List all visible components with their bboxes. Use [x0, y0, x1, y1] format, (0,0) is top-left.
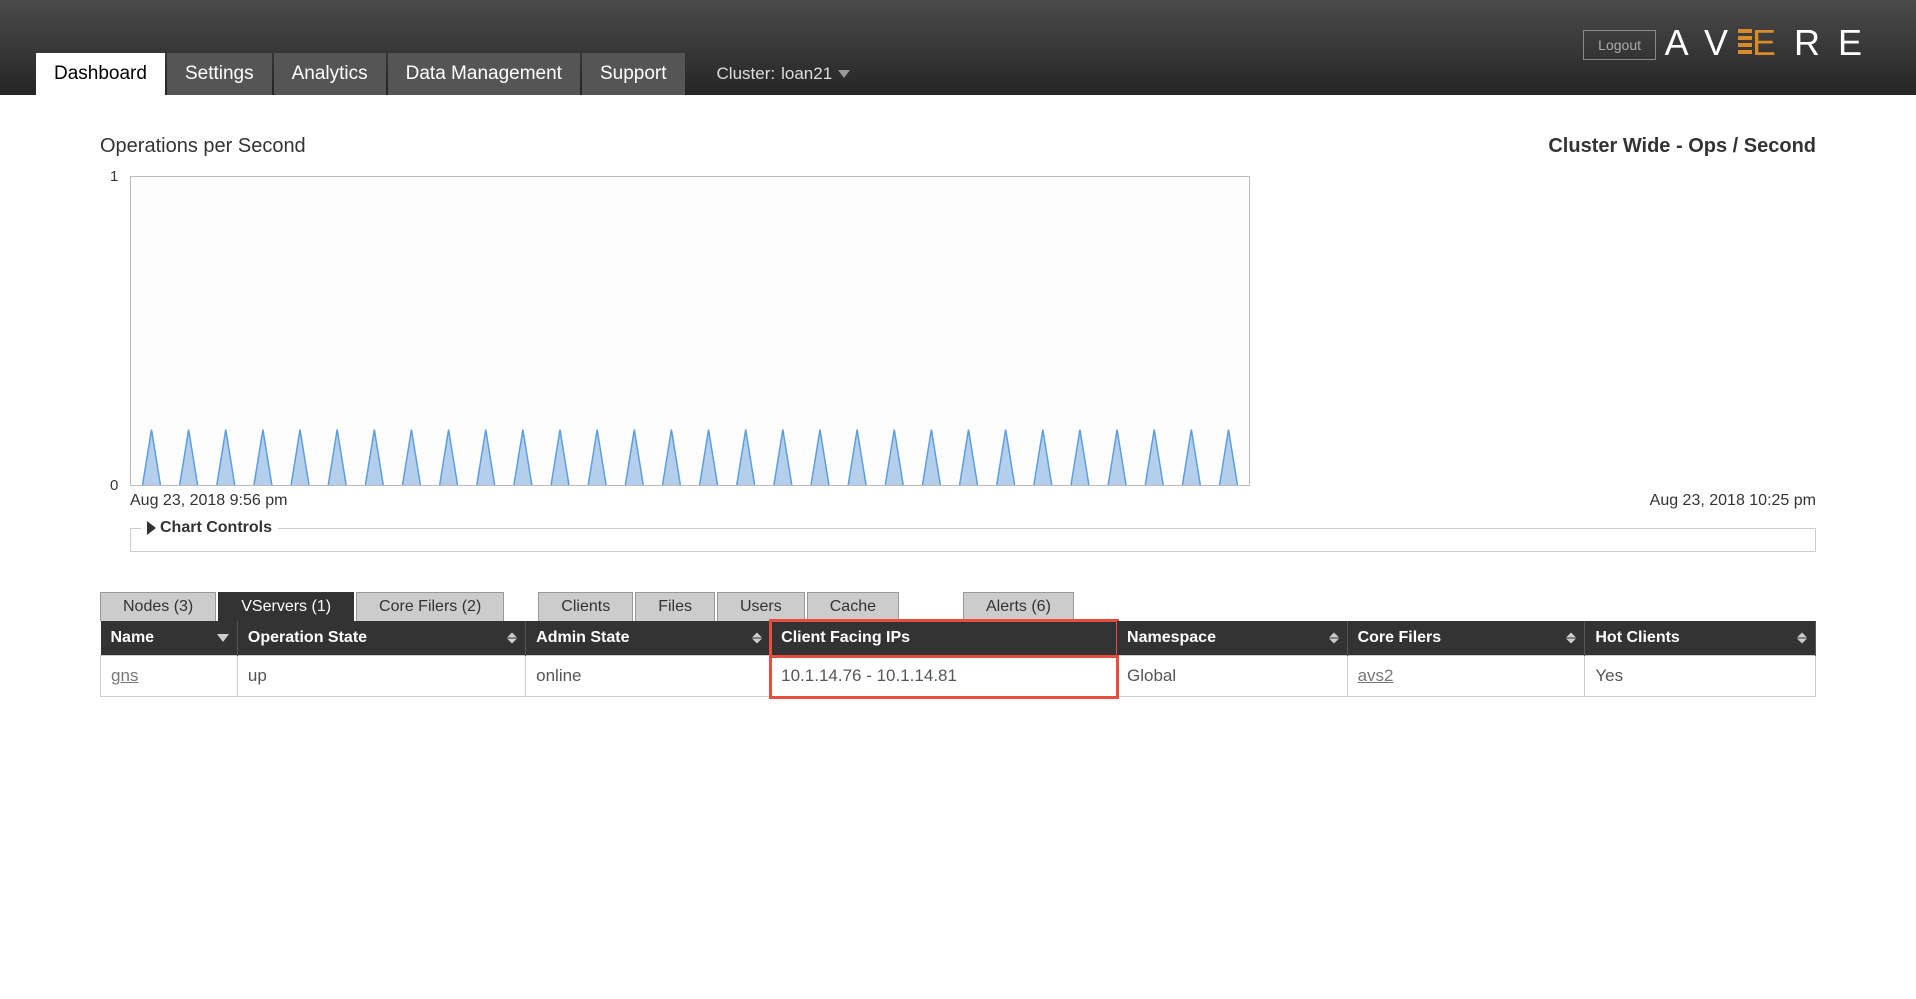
- col-operation-state[interactable]: Operation State: [237, 621, 525, 656]
- cluster-selector[interactable]: Cluster: loan21: [717, 64, 851, 84]
- nav-tab-dashboard[interactable]: Dashboard: [36, 53, 165, 95]
- tab-nodes[interactable]: Nodes (3): [100, 592, 216, 621]
- tab-core-filers[interactable]: Core Filers (2): [356, 592, 504, 621]
- brand-text-left: AV: [1665, 22, 1746, 64]
- nav-tab-analytics[interactable]: Analytics: [274, 53, 386, 95]
- sort-icon: [1329, 633, 1339, 644]
- col-client-facing-ips-label: Client Facing IPs: [781, 629, 910, 646]
- brand-bars-icon: [1738, 29, 1752, 54]
- x-axis: Aug 23, 2018 9:56 pm Aug 23, 2018 10:25 …: [130, 492, 1816, 510]
- sort-icon: [507, 633, 517, 644]
- cluster-label-prefix: Cluster:: [717, 64, 776, 84]
- col-namespace-label: Namespace: [1127, 629, 1216, 646]
- brand-text-e: E: [1752, 22, 1794, 64]
- logout-button[interactable]: Logout: [1583, 30, 1656, 60]
- nav-tab-support[interactable]: Support: [582, 53, 685, 95]
- chart-controls-label: Chart Controls: [160, 519, 272, 537]
- vserver-link[interactable]: gns: [111, 666, 138, 685]
- col-namespace[interactable]: Namespace: [1117, 621, 1348, 656]
- cell-admin-state: online: [526, 656, 771, 697]
- chart-wrap: 1 0 Aug 23, 2018 9:56 pm Aug 23, 2018 10…: [130, 176, 1816, 552]
- col-core-filers-label: Core Filers: [1358, 629, 1442, 646]
- col-name-label: Name: [111, 629, 155, 646]
- chart-controls-panel[interactable]: Chart Controls: [130, 528, 1816, 552]
- chart-title-left: Operations per Second: [100, 135, 306, 158]
- col-core-filers[interactable]: Core Filers: [1347, 621, 1585, 656]
- chart-header: Operations per Second Cluster Wide - Ops…: [100, 135, 1816, 158]
- core-filer-link[interactable]: avs2: [1358, 666, 1394, 685]
- cell-core-filers: avs2: [1347, 656, 1585, 697]
- nav-tab-data-management[interactable]: Data Management: [388, 53, 580, 95]
- col-hot-clients[interactable]: Hot Clients: [1585, 621, 1816, 656]
- sort-icon: [1797, 633, 1807, 644]
- vservers-table: Name Operation State Admin State Client …: [100, 621, 1816, 697]
- col-hot-clients-label: Hot Clients: [1595, 629, 1679, 646]
- cell-client-facing-ips: 10.1.14.76 - 10.1.14.81: [771, 656, 1117, 697]
- tab-users[interactable]: Users: [717, 592, 805, 621]
- x-axis-end: Aug 23, 2018 10:25 pm: [1650, 492, 1816, 510]
- x-axis-start: Aug 23, 2018 9:56 pm: [130, 492, 287, 510]
- tab-clients[interactable]: Clients: [538, 592, 633, 621]
- col-admin-state[interactable]: Admin State: [526, 621, 771, 656]
- sort-desc-icon: [217, 634, 229, 642]
- cell-hot-clients: Yes: [1585, 656, 1816, 697]
- chevron-down-icon: [838, 70, 850, 78]
- table-header-row: Name Operation State Admin State Client …: [101, 621, 1816, 656]
- col-operation-state-label: Operation State: [248, 629, 367, 646]
- brand-logo: AV E RE: [1665, 22, 1880, 64]
- top-bar: Logout AV E RE Dashboard Settings Analyt…: [0, 0, 1916, 95]
- sort-icon: [1566, 633, 1576, 644]
- y-axis-min: 0: [110, 477, 118, 494]
- tab-alerts[interactable]: Alerts (6): [963, 592, 1074, 621]
- y-axis-max: 1: [110, 168, 118, 185]
- tab-cache[interactable]: Cache: [807, 592, 899, 621]
- cell-namespace: Global: [1117, 656, 1348, 697]
- ops-chart[interactable]: [130, 176, 1250, 486]
- sort-icon: [752, 633, 762, 644]
- cluster-name: loan21: [781, 64, 832, 84]
- tab-vservers[interactable]: VServers (1): [218, 592, 354, 621]
- brand-text-right: RE: [1794, 22, 1880, 64]
- disclosure-right-icon: [147, 521, 156, 535]
- col-admin-state-label: Admin State: [536, 629, 629, 646]
- nav-tab-settings[interactable]: Settings: [167, 53, 272, 95]
- cell-operation-state: up: [237, 656, 525, 697]
- col-name[interactable]: Name: [101, 621, 238, 656]
- cell-name: gns: [101, 656, 238, 697]
- chart-controls-toggle[interactable]: Chart Controls: [141, 519, 278, 537]
- lower-tabs: Nodes (3) VServers (1) Core Filers (2) C…: [100, 592, 1816, 621]
- chart-title-right: Cluster Wide - Ops / Second: [1548, 135, 1816, 158]
- chart-box: 1 0: [130, 176, 1816, 486]
- content-area: Operations per Second Cluster Wide - Ops…: [0, 95, 1916, 697]
- tab-files[interactable]: Files: [635, 592, 715, 621]
- main-nav: Dashboard Settings Analytics Data Manage…: [36, 53, 850, 95]
- col-client-facing-ips[interactable]: Client Facing IPs: [771, 621, 1117, 656]
- table-row: gns up online 10.1.14.76 - 10.1.14.81 Gl…: [101, 656, 1816, 697]
